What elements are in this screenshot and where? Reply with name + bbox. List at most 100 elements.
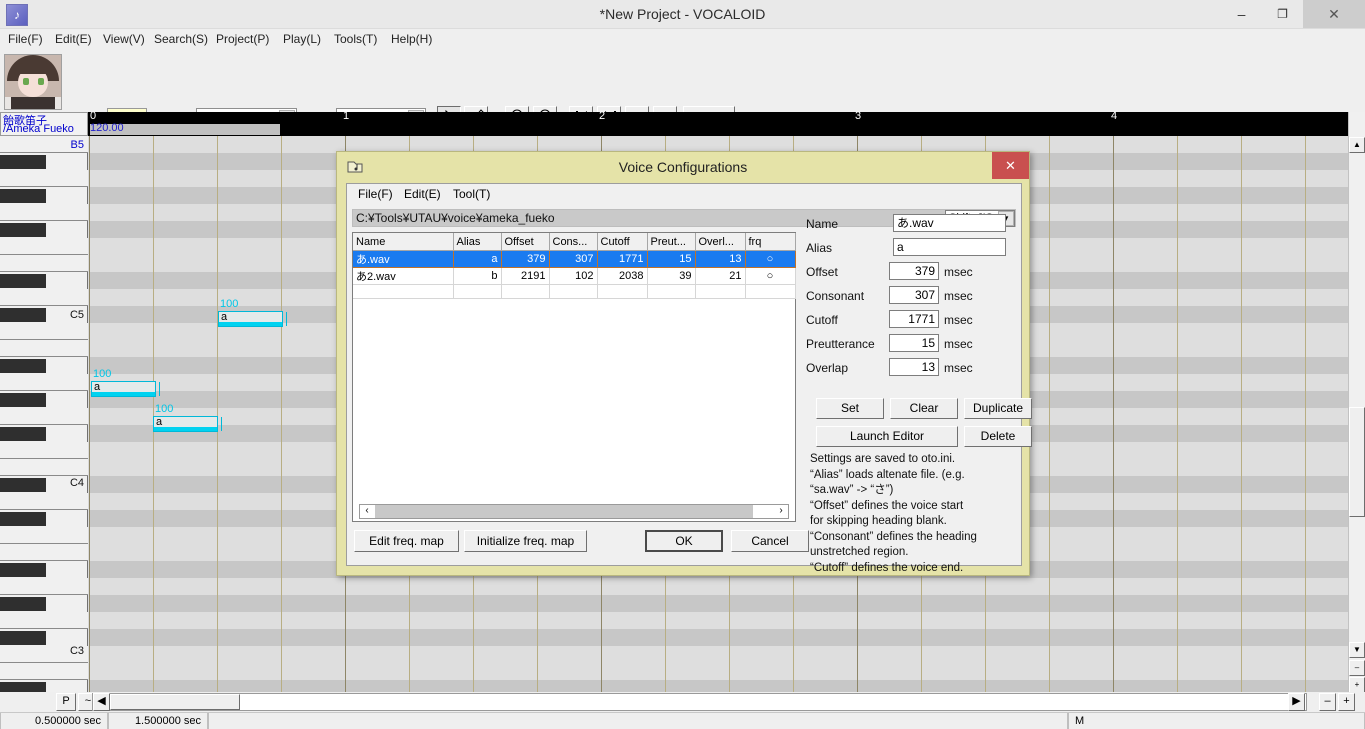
note-tail[interactable] [215, 417, 222, 431]
table-column-header[interactable]: Offset [501, 233, 550, 251]
piano-key-black[interactable] [0, 274, 46, 288]
table-scroll-left-icon[interactable]: ‹ [360, 505, 374, 518]
piano-key-white[interactable] [0, 323, 88, 340]
scroll-right-button[interactable]: ▶ [1288, 693, 1305, 711]
piano-key-white[interactable] [0, 204, 88, 221]
piano-key-white[interactable] [0, 544, 88, 561]
table-header-row[interactable]: Name Alias Offset Cons... Cutoff Preut... Over… [353, 233, 796, 251]
piano-key-black[interactable] [0, 597, 46, 611]
menu-project[interactable]: Project(P) [210, 29, 275, 50]
edit-freq-map-button[interactable]: Edit freq. map [354, 530, 459, 552]
piano-key-white[interactable] [0, 527, 88, 544]
duplicate-button[interactable]: Duplicate [964, 398, 1032, 419]
dialog-menu-edit[interactable]: Edit(E) [399, 184, 446, 204]
note-tail[interactable] [153, 382, 160, 396]
table-column-header[interactable]: Alias [453, 233, 502, 251]
menu-view[interactable]: View(V) [97, 29, 151, 50]
field-input-name[interactable]: あ.wav [893, 214, 1006, 232]
piano-key-black[interactable] [0, 155, 46, 169]
table-column-header[interactable]: Overl... [695, 233, 746, 251]
piano-key-white[interactable] [0, 408, 88, 425]
dialog-menu-file[interactable]: File(F) [353, 184, 398, 204]
grid-lane[interactable] [89, 663, 1348, 680]
table-row[interactable]: あ2.wav b 2191 102 2038 39 21 ○ [353, 267, 796, 285]
avatar[interactable] [4, 54, 62, 110]
singer-selector[interactable]: 飴歌笛子 /Ameka Fueko [0, 112, 88, 136]
delete-button[interactable]: Delete [964, 426, 1032, 447]
grid-lane[interactable] [89, 646, 1348, 663]
field-input-consonant[interactable]: 307 [889, 286, 939, 304]
scroll-down-button[interactable]: ▼ [1349, 642, 1365, 658]
grid-lane[interactable] [89, 612, 1348, 629]
piano-key-black[interactable] [0, 189, 46, 203]
scroll-up-button[interactable]: ▲ [1349, 137, 1365, 153]
note[interactable]: a 100 [91, 368, 160, 397]
menu-edit[interactable]: Edit(E) [49, 29, 98, 50]
horizontal-scroll-track[interactable] [92, 693, 1307, 711]
note-tail[interactable] [280, 312, 287, 326]
clear-button[interactable]: Clear [890, 398, 958, 419]
piano-key-white[interactable] [0, 459, 88, 476]
grid-lane[interactable] [89, 595, 1348, 612]
dialog-menu-tool[interactable]: Tool(T) [448, 184, 495, 204]
vertical-scroll-thumb[interactable] [1349, 407, 1365, 517]
piano-key-black[interactable] [0, 631, 46, 645]
oto-table-wrapper[interactable]: Name Alias Offset Cons... Cutoff Preut... Over… [352, 232, 796, 522]
grid-lane[interactable] [89, 629, 1348, 646]
set-button[interactable]: Set [816, 398, 884, 419]
table-column-header[interactable]: Name [353, 233, 454, 251]
piano-key-white[interactable] [0, 340, 88, 357]
menu-file[interactable]: File(F) [2, 29, 49, 50]
field-input-preutterance[interactable]: 15 [889, 334, 939, 352]
piano-key-white[interactable] [0, 442, 88, 459]
launch-editor-button[interactable]: Launch Editor [816, 426, 958, 447]
table-column-header[interactable]: Preut... [647, 233, 696, 251]
zoom-out-vertical-button[interactable]: – [1349, 660, 1365, 676]
zoom-out-horizontal-button[interactable]: – [1319, 693, 1336, 711]
table-column-header[interactable]: frq [745, 233, 796, 251]
field-input-overlap[interactable]: 13 [889, 358, 939, 376]
zoom-in-vertical-button[interactable]: + [1349, 677, 1365, 693]
maximize-button[interactable]: ❐ [1262, 0, 1303, 28]
menu-search[interactable]: Search(S) [148, 29, 214, 50]
menu-help[interactable]: Help(H) [385, 29, 438, 50]
grid-lane[interactable] [89, 680, 1348, 692]
note[interactable]: a 100 [153, 403, 222, 432]
piano-key-black[interactable] [0, 223, 46, 237]
piano-keyboard[interactable]: B5 C5 C4 C3 [0, 136, 88, 696]
piano-key-white[interactable] [0, 374, 88, 391]
piano-key-white[interactable] [0, 289, 88, 306]
piano-key-white[interactable] [0, 170, 88, 187]
close-button[interactable]: ✕ [1303, 0, 1365, 28]
dialog-close-button[interactable]: ✕ [992, 152, 1029, 179]
menu-tools[interactable]: Tools(T) [328, 29, 383, 50]
scroll-left-button[interactable]: ◀ [93, 693, 110, 711]
p-button[interactable]: P [56, 693, 76, 711]
cancel-button[interactable]: Cancel [731, 530, 809, 552]
piano-key-black[interactable] [0, 478, 46, 492]
piano-key-black[interactable] [0, 427, 46, 441]
menu-play[interactable]: Play(L) [277, 29, 327, 50]
table-scroll-right-icon[interactable]: › [774, 505, 788, 518]
ok-button[interactable]: OK [645, 530, 723, 552]
piano-key-white[interactable] [0, 612, 88, 629]
table-column-header[interactable]: Cutoff [597, 233, 648, 251]
piano-key-black[interactable] [0, 359, 46, 373]
piano-key-white[interactable] [0, 238, 88, 255]
zoom-in-horizontal-button[interactable]: + [1338, 693, 1355, 711]
field-input-alias[interactable]: a [893, 238, 1006, 256]
table-scroll-thumb[interactable] [375, 505, 753, 518]
field-input-offset[interactable]: 379 [889, 262, 939, 280]
horizontal-scroll-thumb[interactable] [110, 694, 240, 710]
table-row[interactable]: あ.wav a 379 307 1771 15 13 ○ [353, 250, 796, 268]
table-body[interactable]: あ.wav a 379 307 1771 15 13 ○ あ2.wav b 2191 102 2038 3… [353, 250, 796, 299]
init-freq-map-button[interactable]: Initialize freq. map [464, 530, 587, 552]
piano-key-white[interactable] [0, 578, 88, 595]
grid-lane[interactable] [89, 578, 1348, 595]
field-input-cutoff[interactable]: 1771 [889, 310, 939, 328]
piano-key-black[interactable] [0, 308, 46, 322]
piano-key-white[interactable] [0, 255, 88, 272]
piano-key-black[interactable] [0, 393, 46, 407]
table-column-header[interactable]: Cons... [549, 233, 598, 251]
tempo-marker[interactable]: 120.00 [90, 122, 280, 135]
